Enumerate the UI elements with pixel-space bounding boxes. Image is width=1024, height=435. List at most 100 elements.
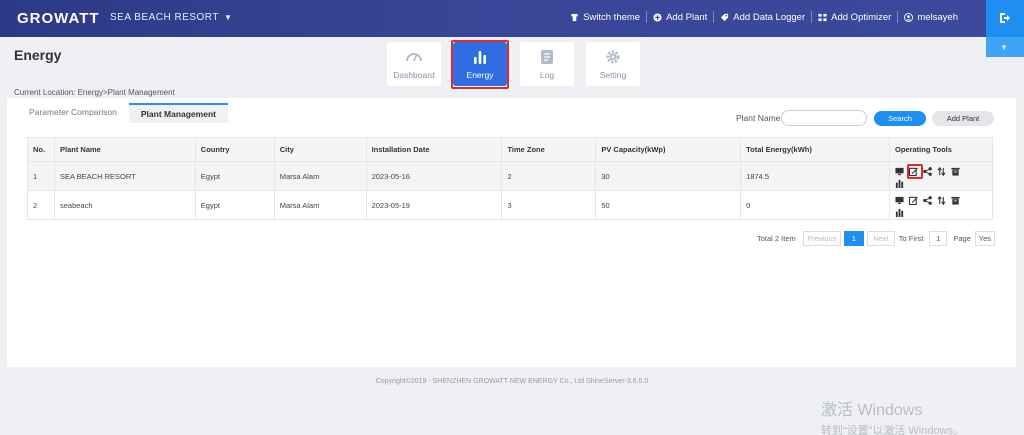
col-header: Time Zone (501, 137, 597, 162)
add-data-logger-button[interactable]: Add Data Logger (714, 11, 813, 23)
bar-chart-icon[interactable] (895, 208, 904, 217)
optimizer-icon (818, 13, 827, 21)
plant-name-input[interactable] (781, 110, 867, 126)
gear-icon (606, 50, 620, 64)
share-icon[interactable] (923, 166, 932, 176)
plant-table: No. Plant Name Country City Installation… (27, 137, 994, 220)
cell-install-date: 2023-05-19 (365, 190, 503, 220)
expand-toggle[interactable]: ▼ (986, 37, 1024, 57)
tab-parameter-comparison[interactable]: Parameter Comparison (17, 103, 129, 123)
operating-tools (895, 194, 973, 217)
col-header: Plant Name (53, 137, 196, 162)
operating-tools (895, 163, 973, 188)
bar-chart-icon[interactable] (895, 179, 904, 188)
energy-tab-highlight (451, 40, 509, 89)
page-number-input[interactable]: 1 (929, 231, 948, 246)
cell-plant-name: SEA BEACH RESORT (53, 161, 196, 191)
windows-activation-watermark: 激活 Windows 转到“设置”以激活 Windows。 (821, 396, 964, 435)
logout-icon (1000, 13, 1010, 23)
top-bar: GROWATT SEA BEACH RESORT ▼ Switch theme A… (0, 0, 1024, 37)
shirt-icon (570, 13, 579, 21)
tab-dashboard[interactable]: Dashboard (387, 42, 441, 86)
cell-plant-name: seabeach (53, 190, 196, 220)
monitor-icon[interactable] (895, 167, 904, 176)
previous-button[interactable]: Previous (802, 231, 841, 246)
cell-country: Egypt (194, 190, 275, 220)
main-panel: Parameter Comparison Plant Management Pl… (7, 98, 1016, 367)
total-count: Total 2 Item (757, 234, 796, 243)
col-header: Installation Date (365, 137, 503, 162)
add-plant-button[interactable]: Add Plant (932, 111, 994, 126)
plant-selector-label: SEA BEACH RESORT (110, 12, 219, 23)
cell-country: Egypt (194, 161, 275, 191)
footer-copyright: Copyright©2019 - SHENZHEN GROWATT NEW EN… (375, 378, 649, 385)
cell-city: Marsa Alam (273, 161, 367, 191)
add-data-logger-label: Add Data Logger (733, 11, 806, 23)
trash-icon[interactable] (951, 196, 960, 205)
col-header: City (273, 137, 367, 162)
username: melsayeh (917, 11, 958, 23)
table-row[interactable]: 2 seabeach Egypt Marsa Alam 2023-05-19 3… (27, 190, 994, 220)
share-icon[interactable] (923, 195, 932, 205)
go-button[interactable]: Yes (974, 231, 995, 246)
table-row[interactable]: 1 SEA BEACH RESORT Egypt Marsa Alam 2023… (27, 161, 994, 191)
cell-time-zone: 2 (501, 161, 597, 191)
col-header: Total Energy(kWh) (740, 137, 890, 162)
cell-no: 1 (27, 161, 55, 191)
add-optimizer-button[interactable]: Add Optimizer (812, 11, 899, 23)
gauge-icon (406, 53, 422, 62)
watermark-line1: 激活 Windows (821, 402, 923, 419)
user-icon (904, 12, 914, 22)
plus-circle-icon (653, 12, 662, 22)
search-button[interactable]: Search (874, 111, 926, 126)
tab-log-label: Log (539, 70, 555, 80)
tab-dashboard-label: Dashboard (393, 70, 435, 80)
tab-setting[interactable]: Setting (586, 42, 640, 86)
cell-tools (888, 161, 994, 191)
pagination: Total 2 Item Previous 1 Next To First 1 … (757, 231, 995, 246)
page-1-button[interactable]: 1 (843, 231, 864, 246)
col-header: Operating Tools (888, 137, 994, 162)
edit-icon[interactable] (908, 196, 918, 205)
switch-theme-label: Switch theme (583, 11, 641, 23)
sub-tabs: Parameter Comparison Plant Management (17, 103, 228, 123)
tab-setting-label: Setting (599, 70, 627, 80)
watermark-line2: 转到“设置”以激活 Windows。 (821, 425, 965, 435)
page-label: Page (953, 234, 971, 243)
breadcrumb: Current Location: Energy>Plant Managemen… (14, 88, 175, 97)
next-button[interactable]: Next (866, 231, 895, 246)
cell-pv-capacity: 50 (595, 190, 742, 220)
tab-plant-management[interactable]: Plant Management (128, 103, 228, 123)
monitor-icon[interactable] (895, 196, 904, 205)
cell-pv-capacity: 30 (595, 161, 742, 191)
add-plant-header-label: Add Plant (666, 11, 708, 23)
plant-selector[interactable]: SEA BEACH RESORT ▼ (110, 12, 232, 23)
growatt-logo[interactable]: GROWATT (17, 10, 100, 27)
cell-time-zone: 3 (501, 190, 597, 220)
sort-icon[interactable] (937, 166, 946, 176)
add-plant-header-button[interactable]: Add Plant (647, 11, 715, 23)
page-title: Energy (14, 47, 62, 63)
plant-name-label: Plant Name (736, 113, 781, 123)
table-header: No. Plant Name Country City Installation… (27, 137, 994, 162)
document-icon (541, 50, 553, 64)
cell-install-date: 2023-05-16 (365, 161, 503, 191)
sort-icon[interactable] (937, 195, 946, 205)
cell-total-energy: 0 (740, 190, 890, 220)
col-header: Country (194, 137, 275, 162)
switch-theme-button[interactable]: Switch theme (564, 11, 648, 23)
add-optimizer-label: Add Optimizer (831, 11, 892, 23)
cell-city: Marsa Alam (273, 190, 367, 220)
trash-icon[interactable] (951, 167, 960, 176)
header-actions: Switch theme Add Plant Add Data Logger A… (564, 11, 964, 23)
cell-total-energy: 1874.5 (740, 161, 890, 191)
chevron-down-icon: ▼ (1000, 43, 1008, 52)
cell-no: 2 (27, 190, 55, 220)
logout-button[interactable] (986, 0, 1024, 37)
col-header: PV Capacity(kWp) (595, 137, 742, 162)
tab-log[interactable]: Log (520, 42, 574, 86)
user-menu[interactable]: melsayeh (898, 11, 964, 23)
tag-icon (721, 13, 729, 21)
edit-icon-highlight (906, 163, 923, 179)
col-header: No. (27, 137, 55, 162)
